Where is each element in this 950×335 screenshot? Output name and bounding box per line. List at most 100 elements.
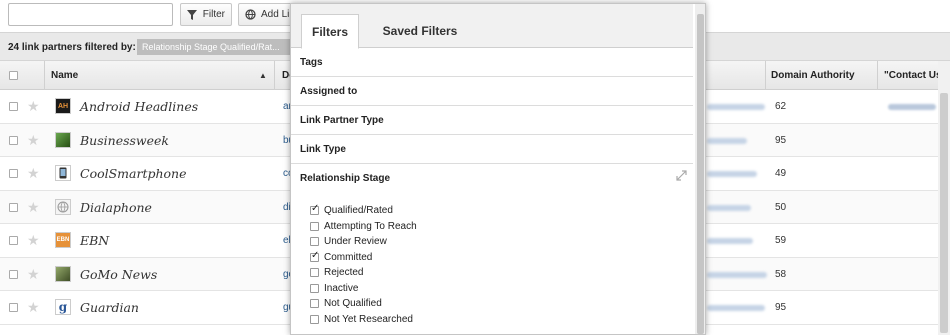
option-attempting-to-reach[interactable]: Attempting To Reach <box>310 219 417 233</box>
partner-name[interactable]: CoolSmartphone <box>80 166 187 181</box>
site-logo <box>55 265 71 282</box>
domain-authority-value: 58 <box>775 268 787 280</box>
funnel-icon <box>187 9 198 20</box>
partner-name[interactable]: Guardian <box>80 300 139 315</box>
domain-authority-value: 95 <box>775 134 787 146</box>
option-committed[interactable]: Committed <box>310 250 372 264</box>
domain-authority-value: 49 <box>775 168 787 179</box>
tab-saved-filters[interactable]: Saved Filters <box>375 14 465 49</box>
option-label: Not Yet Researched <box>324 313 413 325</box>
blurred-url <box>707 271 767 278</box>
add-link-button[interactable]: Add Li <box>238 3 298 26</box>
partner-name[interactable]: Android Headlines <box>80 99 198 114</box>
option-label: Not Qualified <box>324 297 382 309</box>
row-checkbox[interactable] <box>9 303 18 312</box>
option-checkbox[interactable] <box>310 203 319 215</box>
option-checkbox[interactable] <box>310 267 319 277</box>
blurred-url <box>707 171 757 177</box>
search-input[interactable] <box>8 3 173 26</box>
option-label: Qualified/Rated <box>324 204 393 216</box>
filter-section-label: Assigned to <box>300 86 358 97</box>
blurred-url <box>707 305 765 311</box>
option-checkbox[interactable] <box>310 298 319 308</box>
popup-scrollbar-thumb[interactable] <box>697 14 704 334</box>
filter-summary-count: 24 link partners filtered by: <box>8 42 136 53</box>
star-icon[interactable]: ★ <box>27 199 40 216</box>
blurred-contact-url <box>888 104 936 110</box>
star-icon[interactable]: ★ <box>27 232 40 249</box>
filter-section-label: Tags <box>300 57 323 68</box>
option-label: Under Review <box>324 235 387 247</box>
domain-authority-value: 50 <box>775 201 787 213</box>
option-label: Attempting To Reach <box>324 220 417 232</box>
popup-tab-bar: Filters Saved Filters <box>291 4 693 49</box>
option-checkbox[interactable] <box>310 236 319 246</box>
partner-name[interactable]: Dialaphone <box>80 200 152 215</box>
tab-filters[interactable]: Filters <box>301 14 359 49</box>
active-filter-tag[interactable]: Relationship Stage Qualified/Rat... <box>137 39 295 55</box>
column-header-name[interactable]: Name <box>51 61 78 90</box>
blurred-url <box>707 104 765 110</box>
column-divider <box>274 61 275 90</box>
column-divider <box>44 61 45 90</box>
star-icon[interactable]: ★ <box>27 132 40 149</box>
filter-section-tags[interactable]: Tags <box>291 48 693 77</box>
site-logo: AH <box>55 98 71 114</box>
popup-scrollbar[interactable] <box>695 4 705 334</box>
phone-logo-icon <box>55 165 71 181</box>
filter-section-assigned-to[interactable]: Assigned to <box>291 77 693 106</box>
option-inactive[interactable]: Inactive <box>310 281 358 295</box>
row-checkbox[interactable] <box>9 236 18 245</box>
option-qualified-rated[interactable]: Qualified/Rated <box>310 203 393 217</box>
filter-section-label: Link Partner Type <box>300 115 384 126</box>
column-divider <box>877 61 878 90</box>
row-checkbox[interactable] <box>9 102 18 111</box>
blurred-url <box>707 204 751 211</box>
star-icon[interactable]: ★ <box>27 165 40 182</box>
blurred-url <box>707 238 753 244</box>
select-all-checkbox[interactable] <box>9 71 18 80</box>
filter-section-label: Link Type <box>300 144 346 155</box>
partner-name[interactable]: EBN <box>80 233 109 248</box>
row-checkbox[interactable] <box>9 135 18 145</box>
filter-button[interactable]: Filter <box>180 3 232 26</box>
filter-section-relationship-stage[interactable]: Relationship Stage <box>291 164 693 193</box>
row-checkbox[interactable] <box>9 269 18 279</box>
sort-asc-icon[interactable]: ▲ <box>259 61 267 90</box>
column-header-domain-authority[interactable]: Domain Authority <box>771 61 855 90</box>
option-not-yet-researched[interactable]: Not Yet Researched <box>310 312 413 326</box>
globe-icon <box>245 9 256 20</box>
page-scrollbar[interactable] <box>938 61 950 335</box>
filters-popup: Filters Saved Filters Tags Assigned to L… <box>290 3 706 335</box>
option-checkbox[interactable] <box>310 314 319 324</box>
domain-authority-value: 62 <box>775 101 787 112</box>
option-under-review[interactable]: Under Review <box>310 234 387 248</box>
add-link-button-label: Add Li <box>261 9 290 20</box>
option-not-qualified[interactable]: Not Qualified <box>310 296 382 310</box>
domain-authority-value: 95 <box>775 302 787 313</box>
blurred-url <box>707 137 747 144</box>
site-logo <box>55 131 71 148</box>
collapse-icon[interactable] <box>676 164 687 193</box>
option-rejected[interactable]: Rejected <box>310 265 363 279</box>
column-divider <box>765 61 766 90</box>
filter-section-link-partner-type[interactable]: Link Partner Type <box>291 106 693 135</box>
star-icon[interactable]: ★ <box>27 98 40 115</box>
site-logo: g <box>55 299 71 315</box>
star-icon[interactable]: ★ <box>27 299 40 316</box>
partner-name[interactable]: Businessweek <box>80 133 169 148</box>
row-checkbox[interactable] <box>9 169 18 178</box>
site-logo: EBN <box>55 232 71 248</box>
partner-name[interactable]: GoMo News <box>80 267 157 282</box>
option-checkbox[interactable] <box>310 283 319 293</box>
option-checkbox[interactable] <box>310 250 319 262</box>
option-label: Inactive <box>324 282 359 294</box>
row-checkbox[interactable] <box>9 202 18 212</box>
star-icon[interactable]: ★ <box>27 266 40 283</box>
filter-section-label: Relationship Stage <box>300 173 391 184</box>
page-scrollbar-thumb[interactable] <box>940 93 948 333</box>
option-checkbox[interactable] <box>310 221 319 231</box>
globe-logo-icon <box>55 198 71 215</box>
filter-section-link-type[interactable]: Link Type <box>291 135 693 164</box>
option-label: Rejected <box>324 266 364 278</box>
